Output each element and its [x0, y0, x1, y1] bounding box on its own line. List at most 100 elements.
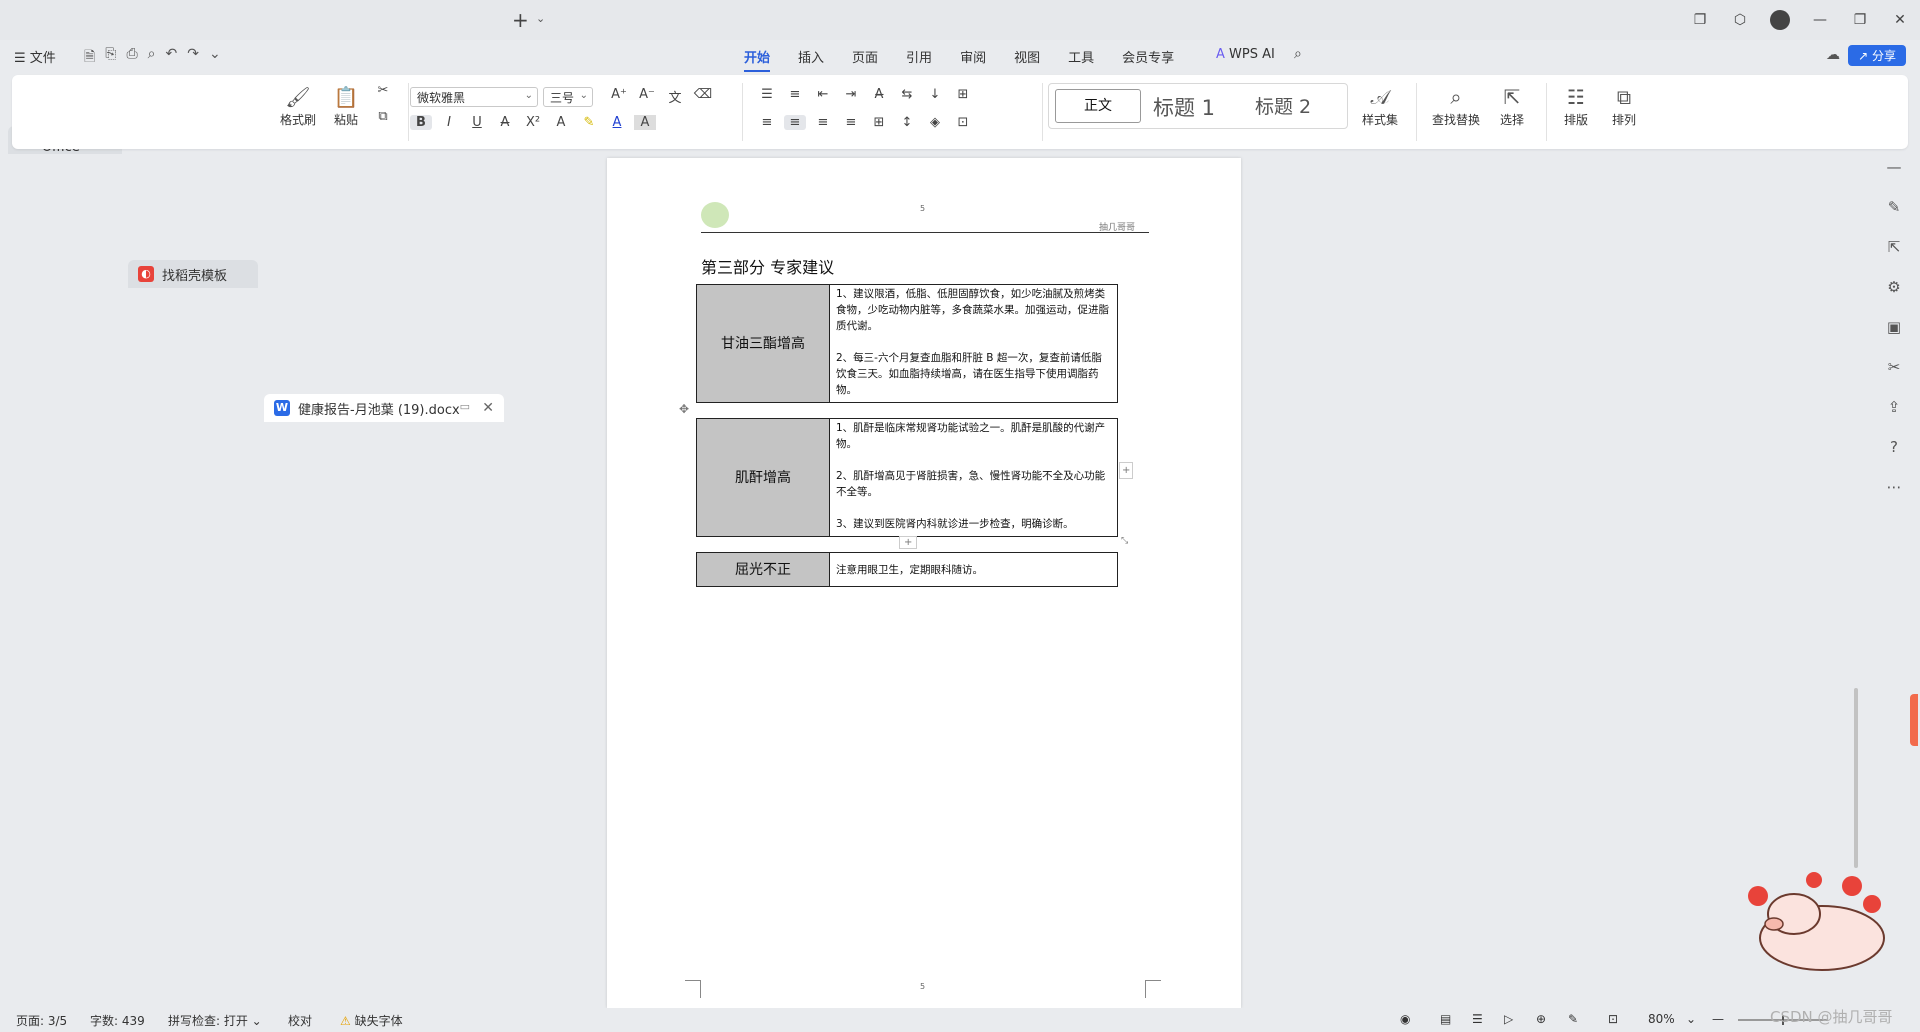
tab-preview-icon[interactable]: ▭	[460, 400, 470, 413]
table-content-cell[interactable]: 注意用眼卫生，定期眼科随访。	[829, 552, 1118, 587]
select-button[interactable]: ⇱ 选择	[1490, 85, 1534, 128]
minimize-icon[interactable]: —	[1800, 12, 1840, 28]
superscript-icon[interactable]: X²	[522, 115, 544, 130]
tools-icon[interactable]: ✂	[1876, 358, 1912, 398]
copy-icon[interactable]: ⧉	[372, 109, 394, 124]
style-set-button[interactable]: 𝒜 样式集	[1354, 85, 1406, 128]
line-spacing-icon[interactable]: ↕	[896, 115, 918, 130]
adjust-icon[interactable]: ⚙	[1876, 278, 1912, 318]
table-content-cell[interactable]: 1、建议限酒，低脂、低胆固醇饮食，如少吃油腻及煎烤类食物，少吃动物内脏等，多食蔬…	[829, 284, 1118, 403]
zoom-chevron-icon[interactable]: ⌄	[1686, 1012, 1696, 1026]
share-doc-icon[interactable]: ⇪	[1876, 398, 1912, 438]
search-icon[interactable]: ⌕	[1294, 46, 1302, 62]
tab-references[interactable]: 引用	[892, 47, 946, 66]
undo-icon[interactable]: ↶	[166, 46, 178, 70]
more-chevron-icon[interactable]: ⌄	[209, 46, 221, 70]
wps-ai-button[interactable]: A WPS AI	[1216, 47, 1275, 62]
phonetic-icon[interactable]: 文	[664, 87, 686, 106]
page-view-icon[interactable]: ▤	[1440, 1012, 1451, 1026]
text-direction-icon[interactable]: ⇆	[896, 87, 918, 102]
close-tab-icon[interactable]: ✕	[482, 400, 494, 416]
border-icon[interactable]: ⊡	[952, 115, 974, 130]
tab-review[interactable]: 审阅	[946, 47, 1000, 66]
chinese-layout-icon[interactable]: A̶	[868, 87, 890, 102]
redo-icon[interactable]: ↷	[187, 46, 199, 70]
find-replace-button[interactable]: ⌕ 查找替换	[1426, 85, 1486, 128]
collapse-icon[interactable]: —	[1876, 158, 1912, 198]
multi-window-icon[interactable]: ❐	[1680, 12, 1720, 28]
shading-icon[interactable]: ◈	[924, 115, 946, 130]
paste-button[interactable]: 📋 粘贴	[324, 85, 368, 128]
tab-view[interactable]: 视图	[1000, 47, 1054, 66]
clear-format-icon[interactable]: ⌫	[692, 87, 714, 106]
text-effect-icon[interactable]: A	[550, 115, 572, 130]
underline-icon[interactable]: U	[466, 115, 488, 130]
numbered-list-icon[interactable]: ≡	[784, 87, 806, 102]
chevron-down-icon[interactable]: ⌄	[536, 12, 545, 25]
increase-indent-icon[interactable]: ⇥	[840, 87, 862, 102]
tab-page[interactable]: 页面	[838, 47, 892, 66]
word-count[interactable]: 字数: 439	[90, 1012, 145, 1029]
missing-font-button[interactable]: ⚠ 缺失字体	[340, 1012, 403, 1029]
tab-home[interactable]: 开始	[730, 47, 784, 72]
zoom-out-icon[interactable]: —	[1712, 1012, 1724, 1026]
font-name-select[interactable]: 微软雅黑 ⌄	[410, 87, 538, 107]
decrease-indent-icon[interactable]: ⇤	[812, 87, 834, 102]
show-marks-icon[interactable]: ⊞	[952, 87, 974, 102]
style-heading-2[interactable]: 标题 2	[1255, 92, 1311, 119]
zoom-level[interactable]: 80%	[1648, 1012, 1675, 1026]
web-view-icon[interactable]: ⊕	[1536, 1012, 1546, 1026]
advice-table[interactable]: 屈光不正 注意用眼卫生，定期眼科随访。	[696, 552, 1118, 587]
style-heading-1[interactable]: 标题 1	[1153, 92, 1215, 122]
cube-icon[interactable]: ⬡	[1720, 12, 1760, 28]
image-edit-icon[interactable]: ▣	[1876, 318, 1912, 358]
justify-icon[interactable]: ≡	[840, 115, 862, 130]
distribute-icon[interactable]: ⊞	[868, 115, 890, 130]
tab-docer-templates[interactable]: ◐ 找稻壳模板	[128, 260, 258, 288]
table-move-handle-icon[interactable]: ✥	[679, 402, 689, 416]
eye-icon[interactable]: ◉	[1400, 1012, 1410, 1026]
scrollbar-thumb[interactable]	[1854, 688, 1858, 868]
advice-table[interactable]: 甘油三酯增高 1、建议限酒，低脂、低胆固醇饮食，如少吃油腻及煎烤类食物，少吃动物…	[696, 284, 1118, 403]
outline-view-icon[interactable]: ☰	[1472, 1012, 1483, 1026]
help-icon[interactable]: ?	[1876, 438, 1912, 478]
style-normal[interactable]: 正文	[1055, 89, 1141, 123]
italic-icon[interactable]: I	[438, 115, 460, 130]
table-content-cell[interactable]: 1、肌酐是临床常规肾功能试验之一。肌酐是肌酸的代谢产物。 2、肌酐增高见于肾脏损…	[829, 418, 1118, 537]
more-icon[interactable]: ⋯	[1876, 478, 1912, 518]
shrink-font-icon[interactable]: A⁻	[636, 87, 658, 106]
new-tab-icon[interactable]: +	[512, 8, 529, 32]
sort-icon[interactable]: ↓	[924, 87, 946, 102]
print-icon[interactable]: ⎙	[126, 46, 137, 70]
close-window-icon[interactable]: ✕	[1880, 12, 1920, 28]
format-painter-button[interactable]: 🖌 格式刷	[276, 85, 320, 128]
restore-icon[interactable]: ❐	[1840, 12, 1880, 28]
strikethrough-icon[interactable]: A	[494, 115, 516, 130]
align-left-icon[interactable]: ≡	[756, 115, 778, 130]
pen-mode-icon[interactable]: ✎	[1568, 1012, 1578, 1026]
select-cursor-icon[interactable]: ⇱	[1876, 238, 1912, 278]
page-indicator[interactable]: 页面: 3/5	[16, 1012, 67, 1029]
spellcheck-toggle[interactable]: 拼写检查: 打开 ⌄	[168, 1012, 262, 1029]
align-right-icon[interactable]: ≡	[812, 115, 834, 130]
proofread-button[interactable]: 校对	[288, 1012, 312, 1029]
export-pdf-icon[interactable]: ⎘	[105, 46, 116, 70]
tab-document[interactable]: W 健康报告-月池葉 (19).docx ▭ ✕	[264, 394, 504, 422]
add-row-icon[interactable]: +	[899, 536, 918, 549]
grow-font-icon[interactable]: A⁺	[608, 87, 630, 106]
cut-icon[interactable]: ✂	[372, 83, 394, 98]
char-shading-icon[interactable]: A	[634, 115, 656, 130]
bold-icon[interactable]: B	[410, 115, 432, 130]
highlight-icon[interactable]: ✎	[578, 115, 600, 130]
cloud-icon[interactable]: ☁	[1826, 47, 1840, 63]
play-icon[interactable]: ▷	[1504, 1012, 1513, 1026]
tab-insert[interactable]: 插入	[784, 47, 838, 66]
fit-page-icon[interactable]: ⊡	[1608, 1012, 1618, 1026]
side-panel-tab[interactable]	[1910, 694, 1918, 746]
tab-member[interactable]: 会员专享	[1108, 47, 1188, 66]
font-color-icon[interactable]: A	[606, 115, 628, 130]
share-button[interactable]: ↗ 分享	[1848, 45, 1906, 66]
print-preview-icon[interactable]: ⌕	[148, 46, 156, 70]
save-icon[interactable]: 🗎	[84, 46, 95, 70]
layout-button[interactable]: ☷ 排版	[1554, 85, 1598, 128]
